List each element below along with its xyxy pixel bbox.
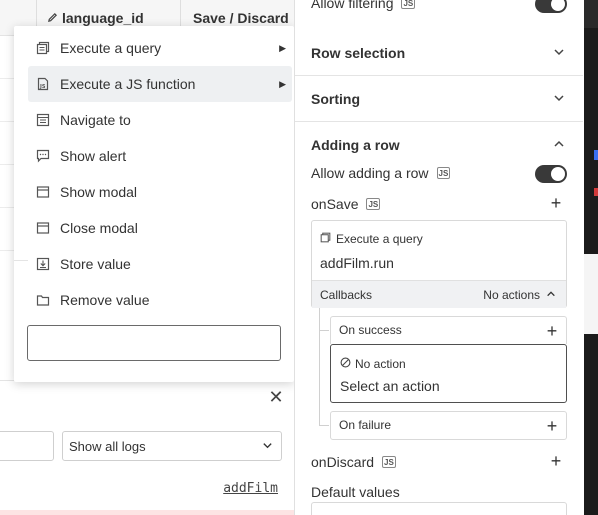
chevron-down-icon [262,439,273,454]
debugger-panel: ✕ Show all logs addFilm [0,380,294,515]
callbacks-toggle[interactable]: Callbacks No actions [312,280,566,308]
on-failure-label: On failure [339,418,392,432]
allow-adding-row-toggle[interactable] [535,165,567,183]
caret-right-icon: ▶ [279,78,286,89]
navigate-icon [36,113,50,127]
on-save-row: onSave JS [311,196,381,212]
action-value: addFilm.run [320,255,394,271]
select-action-prompt: Select an action [340,378,440,394]
tree-connector [319,308,329,426]
no-action-label: No action [355,357,406,371]
on-success-label: On success [339,323,402,337]
add-on-save-action-icon[interactable]: + [549,194,563,212]
menu-item-close-modal[interactable]: Close modal [28,210,292,246]
on-save-action-card[interactable]: Execute a query addFilm.run Callbacks No… [311,220,567,308]
tree-connector [319,425,329,426]
selection-marker [594,150,598,160]
section-row-selection[interactable]: Row selection [295,30,583,76]
menu-item-label: Show modal [60,184,138,200]
modal-icon [36,185,50,199]
menu-item-remove-value[interactable]: Remove value [28,282,292,318]
chevron-up-icon [546,288,556,302]
menu-item-execute-js-function[interactable]: JS Execute a JS function ▶ [28,66,292,102]
on-discard-label: onDiscard [311,454,375,470]
js-toggle-badge[interactable]: JS [401,0,416,9]
js-toggle-badge[interactable]: JS [366,198,381,210]
allow-filtering-toggle[interactable] [535,0,567,13]
canvas-header-fragment [584,0,598,28]
menu-item-label: Execute a query [60,40,162,56]
allow-filtering-label: Allow filtering [311,0,394,11]
menu-item-label: Store value [60,256,131,272]
column-header-label: Save / Discard [193,10,289,26]
action-type: Execute a query [320,232,423,246]
allow-adding-row-label: Allow adding a row [311,165,429,181]
divider [14,260,28,261]
section-adding-a-row[interactable]: Adding a row [295,122,583,168]
allow-adding-row-row: Allow adding a row JS [311,165,451,181]
widget-fragment [584,254,598,334]
menu-item-label: Close modal [60,220,138,236]
action-dropdown-menu: Execute a query ▶ JS Execute a JS functi… [14,26,294,382]
add-on-discard-action-icon[interactable]: + [549,452,563,470]
chevron-down-icon [553,91,565,103]
no-action-selector[interactable]: No action Select an action [330,344,567,403]
default-values-label: Default values [311,484,400,500]
close-icon[interactable]: ✕ [268,388,284,406]
allow-filtering-row: Allow filtering JS [311,0,416,11]
no-action: No action [340,357,406,371]
database-icon [320,232,331,246]
section-title: Adding a row [311,137,400,153]
default-values-input[interactable] [311,502,567,515]
database-icon [36,41,50,55]
section-sorting[interactable]: Sorting [295,76,583,122]
close-modal-icon [36,221,50,235]
log-search-input[interactable] [0,431,54,461]
on-success-callback[interactable]: On success + [330,316,567,344]
tree-connector [319,330,329,331]
js-file-icon: JS [36,77,50,91]
add-failure-callback-icon[interactable]: + [545,417,559,435]
property-pane: Allow filtering JS Row selection Sorting… [294,0,584,515]
action-search-input[interactable] [27,325,281,361]
on-save-label: onSave [311,196,359,212]
menu-item-execute-query[interactable]: Execute a query ▶ [28,30,292,66]
column-header-label: language_id [62,10,144,26]
on-failure-callback[interactable]: On failure + [330,411,567,440]
js-toggle-badge[interactable]: JS [382,456,396,468]
menu-item-show-alert[interactable]: Show alert [28,138,292,174]
error-marker [594,188,598,196]
js-toggle-badge[interactable]: JS [436,167,451,179]
log-filter-value: Show all logs [69,438,146,454]
log-filter-select[interactable]: Show all logs [62,431,282,461]
callbacks-label: Callbacks [320,287,373,302]
menu-item-label: Remove value [60,292,150,308]
section-title: Row selection [311,45,406,61]
callbacks-status: No actions [483,287,540,302]
menu-item-store-value[interactable]: Store value [28,246,292,282]
on-discard-row: onDiscard JS [311,454,396,470]
action-type-label: Execute a query [336,232,423,246]
chevron-down-icon [553,45,565,57]
ban-icon [340,357,351,371]
default-values-row: Default values [311,484,400,500]
query-link[interactable]: addFilm [223,481,278,496]
store-value-icon [36,257,50,271]
canvas-edge [584,0,598,515]
error-strip [0,510,294,515]
chat-alert-icon [36,149,50,163]
menu-item-show-modal[interactable]: Show modal [28,174,292,210]
add-success-callback-icon[interactable]: + [545,322,559,340]
pencil-icon [47,10,58,26]
menu-item-label: Execute a JS function [60,76,196,92]
folder-icon [36,293,50,307]
section-title: Sorting [311,91,360,107]
menu-item-label: Show alert [60,148,127,164]
chevron-up-icon [553,137,565,149]
menu-item-navigate-to[interactable]: Navigate to [28,102,292,138]
action-menu-list: Execute a query ▶ JS Execute a JS functi… [28,30,292,318]
menu-item-label: Navigate to [60,112,131,128]
caret-right-icon: ▶ [279,42,286,53]
svg-text:JS: JS [39,84,46,90]
